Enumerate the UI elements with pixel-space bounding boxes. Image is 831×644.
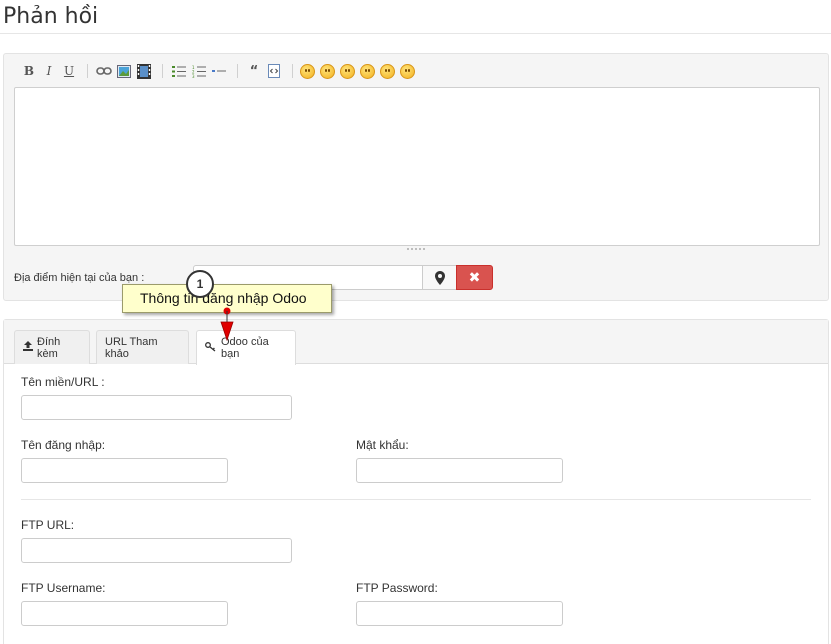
locate-button[interactable] [422, 265, 457, 290]
ftp-username-label: FTP Username: [21, 581, 106, 595]
reply-textarea[interactable] [14, 87, 820, 246]
upload-icon [23, 341, 33, 354]
emoji-angry-icon[interactable] [340, 63, 355, 79]
password-label: Mật khẩu: [356, 438, 409, 452]
quote-icon[interactable]: “ [245, 62, 263, 80]
map-marker-icon [434, 270, 445, 285]
horizontal-rule-icon[interactable] [210, 62, 228, 80]
ftp-password-input[interactable] [356, 601, 563, 626]
title-divider [0, 33, 831, 34]
ftp-password-label: FTP Password: [356, 581, 438, 595]
link-icon[interactable] [95, 62, 113, 80]
emoji-grin-icon[interactable] [320, 63, 335, 79]
emoji-wink-icon[interactable] [400, 63, 415, 79]
video-icon[interactable] [135, 62, 153, 80]
editor-toolbar: B I U 123 “ [20, 62, 420, 80]
numbered-list-icon[interactable]: 123 [190, 62, 208, 80]
location-label: Địa điểm hiện tại của bạn : [14, 272, 145, 284]
domain-input[interactable] [21, 395, 292, 420]
code-icon[interactable] [265, 62, 283, 80]
bullet-list-icon[interactable] [170, 62, 188, 80]
svg-text:3: 3 [192, 74, 195, 78]
ftp-url-input[interactable] [21, 538, 292, 563]
tabs-panel: Đính kèm URL Tham khảo Odoo của bạn Tên … [3, 319, 829, 644]
ftp-username-input[interactable] [21, 601, 228, 626]
tab-label: URL Tham khảo [105, 335, 158, 360]
resize-grip-icon[interactable] [406, 247, 426, 251]
toolbar-separator [237, 64, 238, 78]
tab-attachments[interactable]: Đính kèm [14, 330, 90, 364]
emoji-surprised-icon[interactable] [360, 63, 375, 79]
callout-number-badge: 1 [186, 270, 214, 298]
close-icon: ✖ [468, 269, 481, 285]
clear-location-button[interactable]: ✖ [456, 265, 493, 290]
page-title: Phản hồi [3, 4, 99, 29]
username-input[interactable] [21, 458, 228, 483]
tab-label: Đính kèm [37, 335, 61, 360]
underline-button[interactable]: U [60, 62, 78, 80]
key-icon [205, 341, 217, 355]
emoji-laugh-icon[interactable] [300, 63, 315, 79]
toolbar-separator [292, 64, 293, 78]
ftp-url-label: FTP URL: [21, 518, 75, 532]
domain-label: Tên miền/URL : [21, 375, 105, 389]
bold-button[interactable]: B [20, 62, 38, 80]
callout-arrow-icon [220, 307, 234, 341]
toolbar-separator [87, 64, 88, 78]
username-label: Tên đăng nhập: [21, 438, 106, 452]
password-input[interactable] [356, 458, 563, 483]
emoji-smile-icon[interactable] [380, 63, 395, 79]
toolbar-separator [162, 64, 163, 78]
tab-strip: Đính kèm URL Tham khảo Odoo của bạn [4, 320, 828, 365]
image-icon[interactable] [115, 62, 133, 80]
tab-reference-url[interactable]: URL Tham khảo [96, 330, 189, 364]
form-divider [21, 499, 811, 500]
italic-button[interactable]: I [40, 62, 58, 80]
tab-your-odoo[interactable]: Odoo của bạn [196, 330, 296, 365]
reply-editor-panel: B I U 123 “ Địa điểm hiện tại của bạn: … [3, 53, 829, 301]
